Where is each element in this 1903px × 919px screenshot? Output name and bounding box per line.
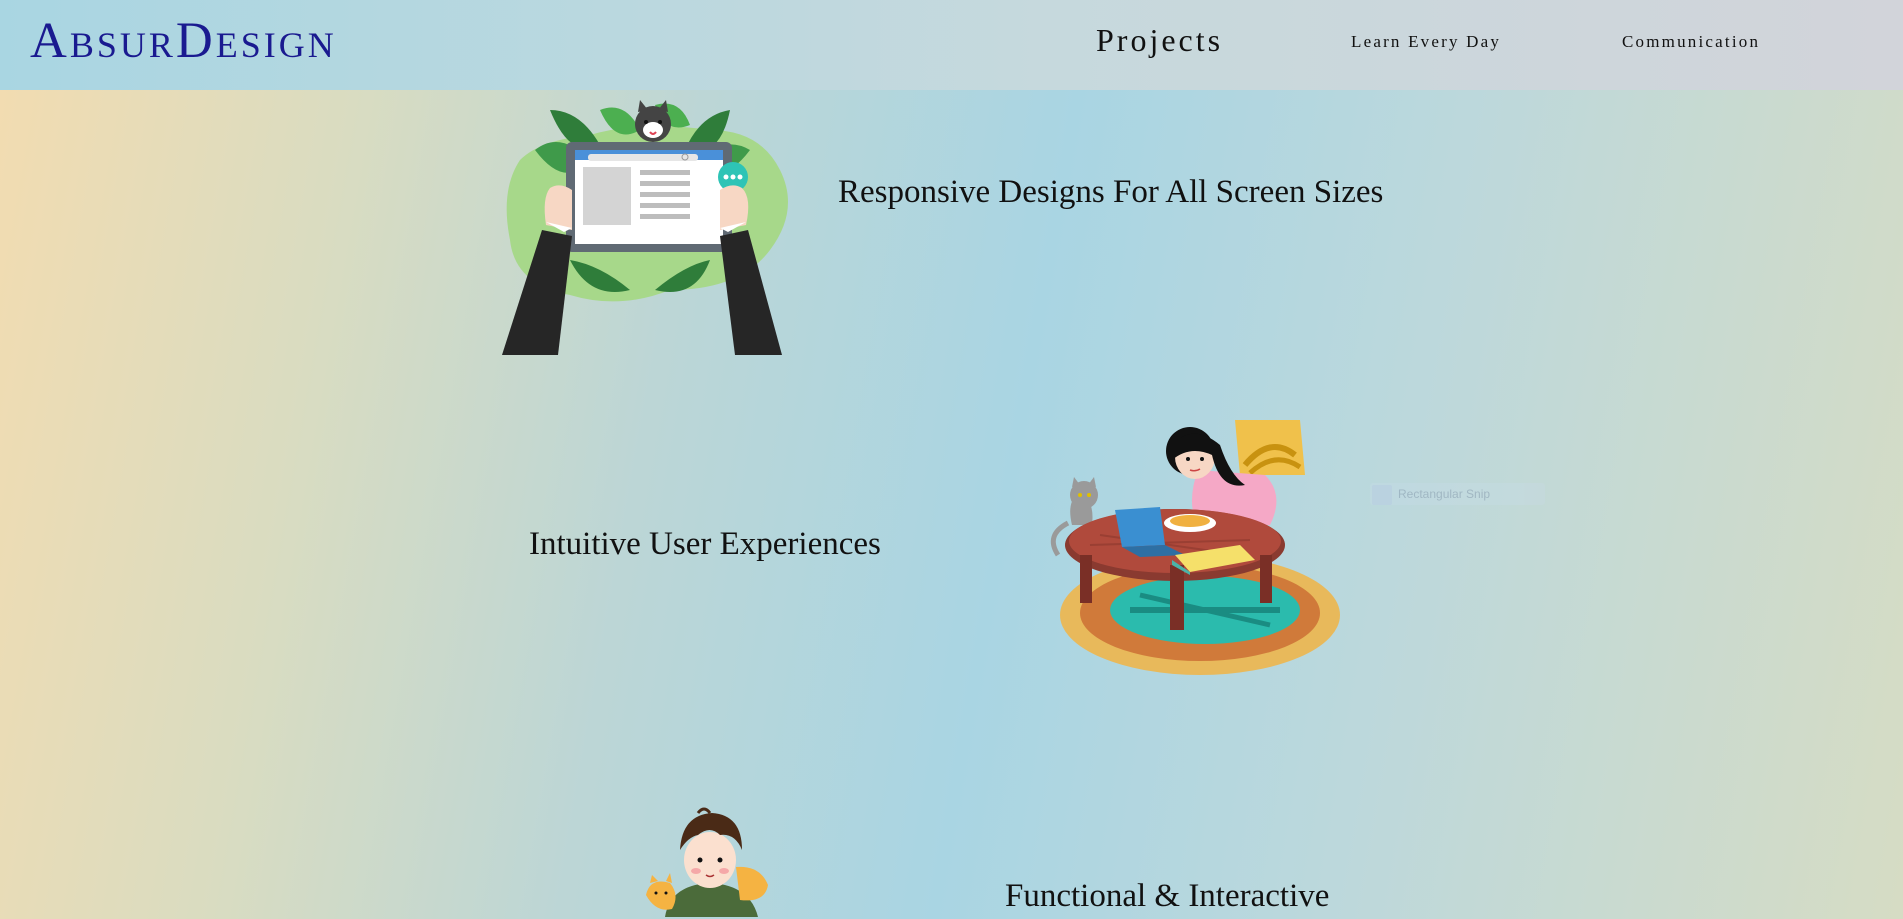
girl-laptop-cat-illustration	[1050, 420, 1340, 675]
feature-title-responsive: Responsive Designs For All Screen Sizes	[838, 174, 1384, 210]
site-logo[interactable]: AbsurDesign	[30, 12, 337, 70]
snip-label: Rectangular Snip	[1398, 487, 1491, 501]
nav-link-projects[interactable]: Projects	[1096, 22, 1223, 59]
top-nav-bar: AbsurDesign Projects Learn Every Day Com…	[0, 0, 1903, 90]
feature-title-intuitive: Intuitive User Experiences	[529, 526, 881, 562]
tablet-hands-illustration	[502, 100, 788, 355]
boy-cat-illustration	[646, 807, 768, 917]
feature-title-functional: Functional & Interactive	[1005, 878, 1330, 914]
rectangular-snip-overlay: Rectangular Snip	[1370, 483, 1545, 505]
snip-icon	[1372, 484, 1392, 505]
nav-link-communication[interactable]: Communication	[1622, 32, 1760, 52]
nav-link-learn-every-day[interactable]: Learn Every Day	[1351, 32, 1501, 52]
